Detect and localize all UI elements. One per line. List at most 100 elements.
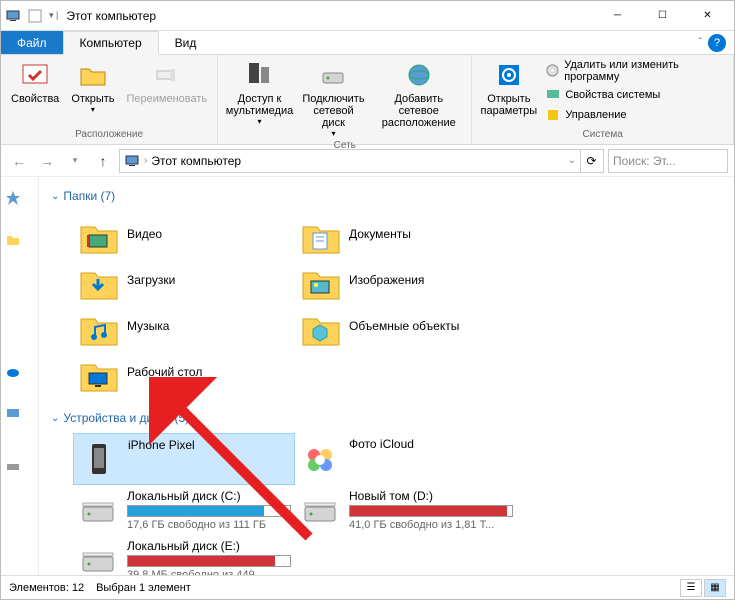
properties-button[interactable]: Свойства — [5, 57, 65, 107]
tab-view[interactable]: Вид — [159, 31, 213, 54]
device-icon — [299, 437, 341, 479]
device-item[interactable]: Локальный диск (C:)17,6 ГБ свободно из 1… — [73, 485, 295, 535]
chevron-down-icon: ▾ — [91, 105, 95, 114]
open-button[interactable]: Открыть ▾ — [65, 57, 120, 116]
folder-icon — [77, 353, 119, 391]
dropdown-icon[interactable] — [27, 8, 43, 24]
tabs-bar: Файл Компьютер Вид ˆ ? — [1, 31, 734, 55]
tab-file[interactable]: Файл — [1, 31, 63, 54]
folder-icon[interactable] — [5, 232, 21, 248]
folder-item[interactable]: Видео — [73, 211, 295, 257]
folder-icon — [299, 261, 341, 299]
sidebar[interactable] — [1, 177, 39, 575]
map-drive-button[interactable]: Подключить сетевой диск ▾ — [297, 57, 370, 140]
network-icon[interactable] — [5, 458, 21, 474]
system-props-button[interactable]: Свойства системы — [541, 85, 729, 105]
folder-label: Изображения — [349, 273, 424, 287]
monitor-icon — [545, 87, 561, 103]
folder-item[interactable]: Документы — [295, 211, 517, 257]
globe-icon — [403, 59, 435, 91]
storage-bar — [127, 555, 291, 567]
group-location: Расположение — [5, 129, 213, 142]
checkmark-icon — [19, 59, 51, 91]
pc-icon — [124, 153, 140, 169]
devices-section-header[interactable]: ⌄ Устройства и диски (5) — [43, 407, 730, 429]
ribbon: Свойства Открыть ▾ Переименовать Располо… — [1, 55, 734, 145]
folder-icon — [299, 215, 341, 253]
minimize-button[interactable]: ─ — [595, 2, 640, 30]
rename-icon — [151, 59, 183, 91]
maximize-button[interactable]: ☐ — [640, 2, 685, 30]
chevron-down-icon: ▾ — [331, 129, 335, 138]
rename-button[interactable]: Переименовать — [121, 57, 214, 107]
add-network-button[interactable]: Добавить сетевое расположение — [370, 57, 467, 131]
folder-icon — [77, 261, 119, 299]
folder-item[interactable]: Загрузки — [73, 257, 295, 303]
cd-icon — [545, 63, 560, 79]
forward-button[interactable]: → — [35, 149, 59, 173]
chevron-down-icon: ⌄ — [51, 191, 59, 202]
uninstall-button[interactable]: Удалить или изменить программу — [541, 57, 729, 85]
ribbon-collapse-icon[interactable]: ˆ — [699, 37, 702, 48]
folder-icon — [77, 215, 119, 253]
details-view-button[interactable]: ☰ — [680, 579, 702, 597]
folder-item[interactable]: Рабочий стол — [73, 349, 295, 395]
content-area[interactable]: ⌄ Папки (7) Видео Документы Загрузки Изобра… — [39, 177, 734, 575]
storage-text: 39,8 МБ свободно из 449 ... — [127, 569, 291, 575]
network-drive-icon — [317, 59, 349, 91]
folder-icon — [77, 307, 119, 345]
device-item[interactable]: Новый том (D:) 41,0 ГБ свободно из 1,81 Т… — [295, 485, 517, 535]
folder-label: Объемные объекты — [349, 319, 459, 333]
storage-text: 41,0 ГБ свободно из 1,81 Т... — [349, 519, 513, 531]
storage-bar — [127, 505, 291, 517]
device-item[interactable]: iPhone Pixel — [73, 433, 295, 485]
folder-label: Видео — [127, 227, 162, 241]
folder-label: Документы — [349, 227, 411, 241]
chevron-down-icon: ⌄ — [51, 413, 59, 424]
recent-caret[interactable]: ▾ — [63, 149, 87, 173]
qat-caret[interactable]: ▾ | — [49, 10, 58, 21]
onedrive-icon[interactable] — [5, 364, 21, 380]
open-settings-button[interactable]: Открыть параметры — [476, 57, 541, 119]
storage-bar — [349, 505, 513, 517]
pc-icon[interactable] — [5, 406, 21, 422]
chevron-down-icon: ▾ — [257, 117, 261, 126]
address-bar[interactable]: › Этот компьютер ⌄ — [119, 149, 581, 173]
group-system: Система — [476, 129, 729, 142]
device-label: iPhone Pixel — [128, 438, 290, 452]
device-icon — [77, 489, 119, 531]
device-label: Фото iCloud — [349, 437, 513, 451]
search-input[interactable]: Поиск: Эт... — [608, 149, 728, 173]
shield-icon — [545, 107, 561, 123]
chevron-down-icon[interactable]: ⌄ — [568, 155, 576, 166]
device-label: Локальный диск (C:) — [127, 489, 291, 503]
manage-button[interactable]: Управление — [541, 105, 729, 125]
status-count: Элементов: 12 — [9, 582, 84, 594]
folder-label: Рабочий стол — [127, 365, 202, 379]
up-button[interactable]: ↑ — [91, 149, 115, 173]
tab-computer[interactable]: Компьютер — [63, 31, 159, 55]
device-item[interactable]: Фото iCloud — [295, 433, 517, 485]
folder-item[interactable]: Объемные объекты — [295, 303, 517, 349]
folders-section-header[interactable]: ⌄ Папки (7) — [43, 185, 730, 207]
refresh-button[interactable]: ⟳ — [580, 149, 604, 173]
title-bar: ▾ | Этот компьютер ─ ☐ ✕ — [1, 1, 734, 31]
folder-item[interactable]: Изображения — [295, 257, 517, 303]
status-selected: Выбран 1 элемент — [96, 582, 191, 594]
device-item[interactable]: Локальный диск (E:) 39,8 МБ свободно из 4… — [73, 535, 295, 575]
navigation-bar: ← → ▾ ↑ › Этот компьютер ⌄ ⟳ Поиск: Эт..… — [1, 145, 734, 177]
gear-icon — [493, 59, 525, 91]
window-title: Этот компьютер — [66, 9, 595, 23]
device-label: Новый том (D:) — [349, 489, 513, 503]
folder-item[interactable]: Музыка — [73, 303, 295, 349]
help-button[interactable]: ? — [708, 34, 726, 52]
large-icons-view-button[interactable]: ▦ — [704, 579, 726, 597]
device-label: Локальный диск (E:) — [127, 539, 291, 553]
media-icon — [243, 59, 275, 91]
folder-label: Музыка — [127, 319, 169, 333]
quick-access-icon[interactable] — [5, 190, 21, 206]
close-button[interactable]: ✕ — [685, 2, 730, 30]
media-access-button[interactable]: Доступ к мультимедиа ▾ — [222, 57, 297, 128]
back-button[interactable]: ← — [7, 149, 31, 173]
folder-icon — [299, 307, 341, 345]
